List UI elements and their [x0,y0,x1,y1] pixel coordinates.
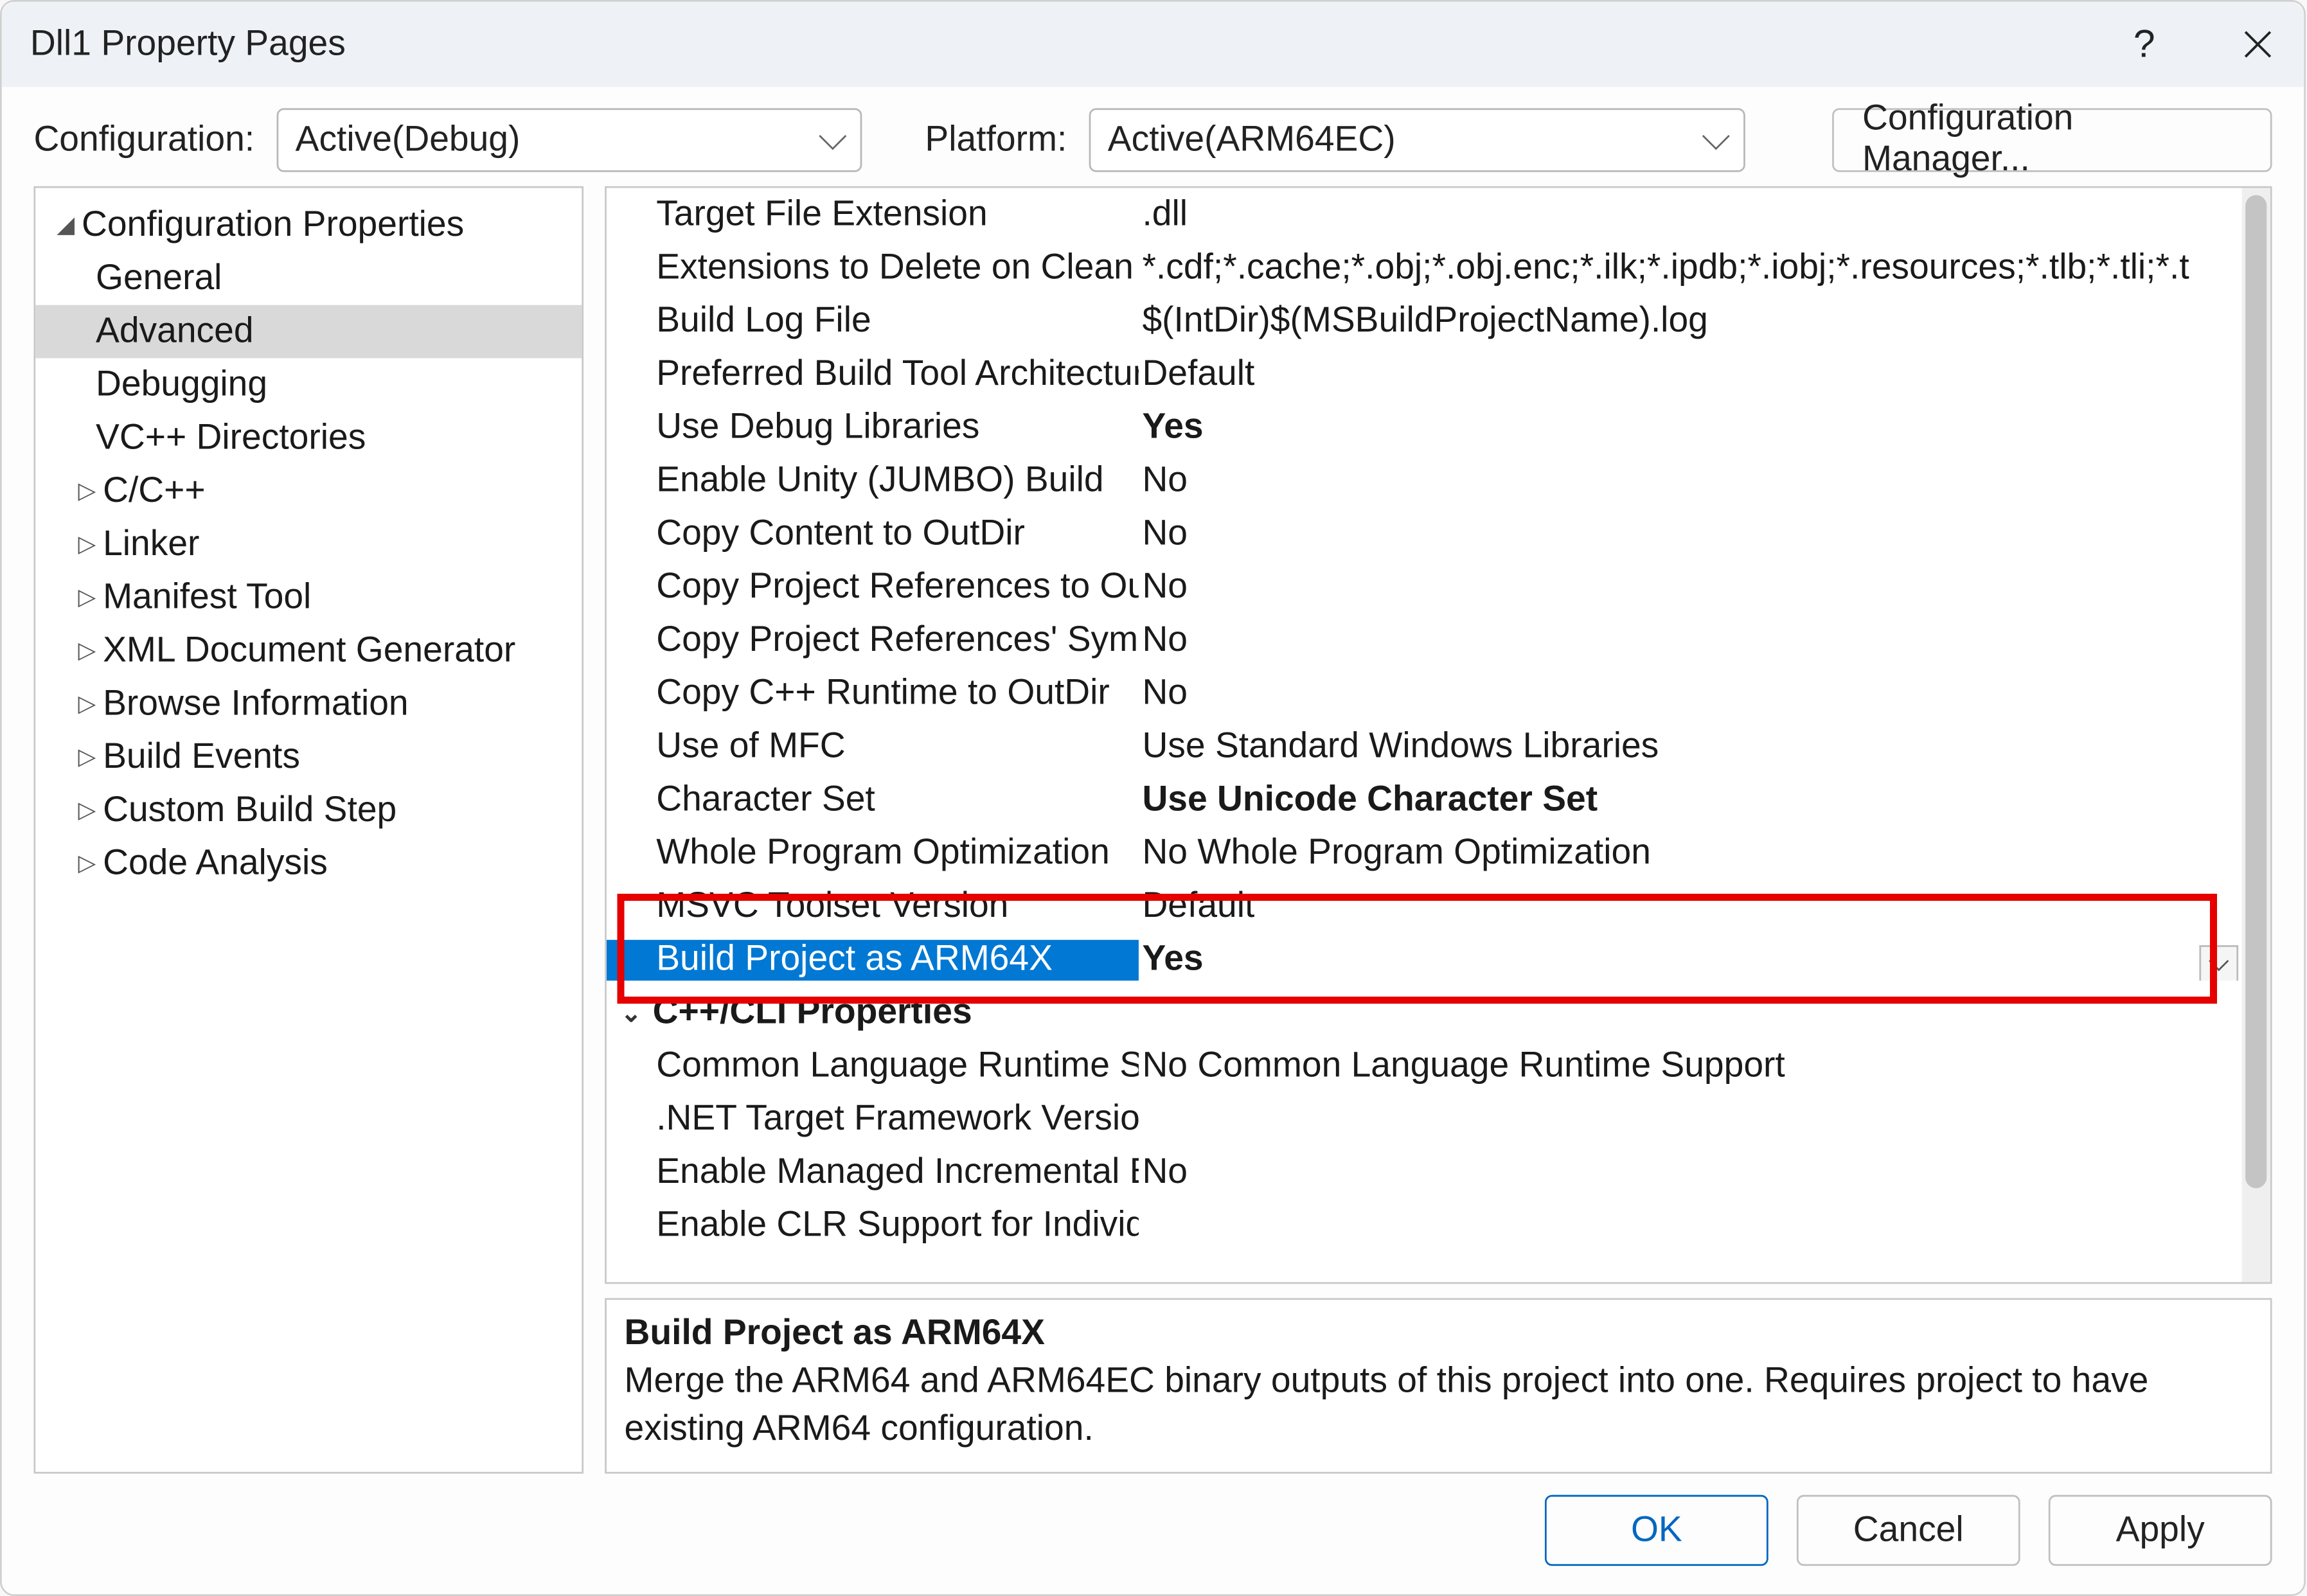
expander-closed-icon[interactable]: ▷ [75,477,100,505]
tree-item-build-events[interactable]: ▷Build Events [35,731,582,784]
prop-row-unity-build[interactable]: Enable Unity (JUMBO) BuildNo [607,454,2242,508]
configuration-combo[interactable]: Active(Debug) [276,108,861,172]
tree-item-xmldocgen[interactable]: ▷XML Document Generator [35,625,582,678]
prop-row-copy-content-outdir[interactable]: Copy Content to OutDirNo [607,507,2242,560]
cancel-button[interactable]: Cancel [1797,1495,2020,1566]
category-tree[interactable]: ◢ Configuration Properties General Advan… [33,186,583,1474]
expander-closed-icon[interactable]: ▷ [75,530,100,558]
tree-item-custom-build-step[interactable]: ▷Custom Build Step [35,784,582,837]
expander-closed-icon[interactable]: ▷ [75,796,100,824]
prop-row-copy-refs-symbols[interactable]: Copy Project References' SymbolsNo [607,614,2242,667]
property-grid-container: Target File Extension.dll Extensions to … [605,186,2272,1284]
property-grid[interactable]: Target File Extension.dll Extensions to … [607,188,2242,1282]
prop-row-copy-cpp-runtime[interactable]: Copy C++ Runtime to OutDirNo [607,667,2242,720]
prop-row-use-of-mfc[interactable]: Use of MFCUse Standard Windows Libraries [607,720,2242,774]
prop-row-use-debug-libs[interactable]: Use Debug LibrariesYes [607,401,2242,454]
platform-label: Platform: [925,120,1070,160]
prop-row-ext-delete-clean[interactable]: Extensions to Delete on Clean*.cdf;*.cac… [607,241,2242,294]
configuration-label: Configuration: [33,120,258,160]
section-cpp-cli[interactable]: ⌄C++/CLI Properties [607,986,2242,1040]
property-pages-dialog: Dll1 Property Pages ? Configuration: Act… [0,0,2306,1596]
prop-row-whole-prog-opt[interactable]: Whole Program OptimizationNo Whole Progr… [607,826,2242,880]
tree-item-browse-info[interactable]: ▷Browse Information [35,677,582,731]
prop-row-net-target-fw[interactable]: .NET Target Framework Version [607,1092,2242,1146]
tree-item-manifest[interactable]: ▷Manifest Tool [35,571,582,625]
expander-closed-icon[interactable]: ▷ [75,849,100,878]
help-icon[interactable]: ? [2119,19,2169,69]
chevron-down-icon[interactable]: ⌄ [621,998,653,1028]
tree-item-code-analysis[interactable]: ▷Code Analysis [35,837,582,891]
tree-item-advanced[interactable]: Advanced [35,305,582,359]
tree-item-debugging[interactable]: Debugging [35,359,582,412]
expander-closed-icon[interactable]: ▷ [75,743,100,771]
platform-combo[interactable]: Active(ARM64EC) [1088,108,1744,172]
prop-row-character-set[interactable]: Character SetUse Unicode Character Set [607,773,2242,826]
tree-item-general[interactable]: General [35,252,582,305]
tree-item-ccpp[interactable]: ▷C/C++ [35,465,582,518]
scrollbar-thumb[interactable] [2245,195,2267,1189]
vertical-scrollbar[interactable] [2242,188,2270,1282]
prop-row-preferred-arch[interactable]: Preferred Build Tool ArchitectureDefault [607,348,2242,401]
title-controls: ? [2119,19,2283,69]
prop-row-copy-refs-outdir[interactable]: Copy Project References to OutDiNo [607,560,2242,614]
close-icon[interactable] [2233,19,2283,69]
description-body: Merge the ARM64 and ARM64EC binary outpu… [625,1358,2253,1454]
tree-root-config-props[interactable]: ◢ Configuration Properties [35,199,582,252]
prop-row-target-file-ext[interactable]: Target File Extension.dll [607,188,2242,242]
prop-row-msvc-toolset[interactable]: MSVC Toolset VersionDefault [607,880,2242,933]
prop-row-enable-clr-individual[interactable]: Enable CLR Support for Individual [607,1199,2242,1252]
prop-row-build-log-file[interactable]: Build Log File$(IntDir)$(MSBuildProjectN… [607,294,2242,348]
expander-open-icon[interactable]: ◢ [53,211,78,239]
window-title: Dll1 Property Pages [30,24,346,64]
description-title: Build Project as ARM64X [625,1314,2253,1354]
configuration-manager-button[interactable]: Configuration Manager... [1832,108,2272,172]
prop-row-build-arm64x[interactable]: Build Project as ARM64X Yes [607,933,2242,986]
tree-item-linker[interactable]: ▷Linker [35,518,582,571]
expander-closed-icon[interactable]: ▷ [75,690,100,718]
ok-button[interactable]: OK [1545,1495,1768,1566]
dialog-footer: OK Cancel Apply [2,1474,2304,1595]
dropdown-button[interactable] [2199,944,2238,980]
titlebar: Dll1 Property Pages ? [2,2,2304,87]
prop-row-managed-incremental[interactable]: Enable Managed Incremental BuilNo [607,1146,2242,1199]
description-panel: Build Project as ARM64X Merge the ARM64 … [605,1298,2272,1473]
prop-row-clr-support[interactable]: Common Language Runtime SupNo Common Lan… [607,1039,2242,1092]
expander-closed-icon[interactable]: ▷ [75,637,100,665]
expander-closed-icon[interactable]: ▷ [75,583,100,612]
apply-button[interactable]: Apply [2049,1495,2272,1566]
tree-item-vcdirs[interactable]: VC++ Directories [35,411,582,465]
config-toolbar: Configuration: Active(Debug) Platform: A… [2,87,2304,186]
